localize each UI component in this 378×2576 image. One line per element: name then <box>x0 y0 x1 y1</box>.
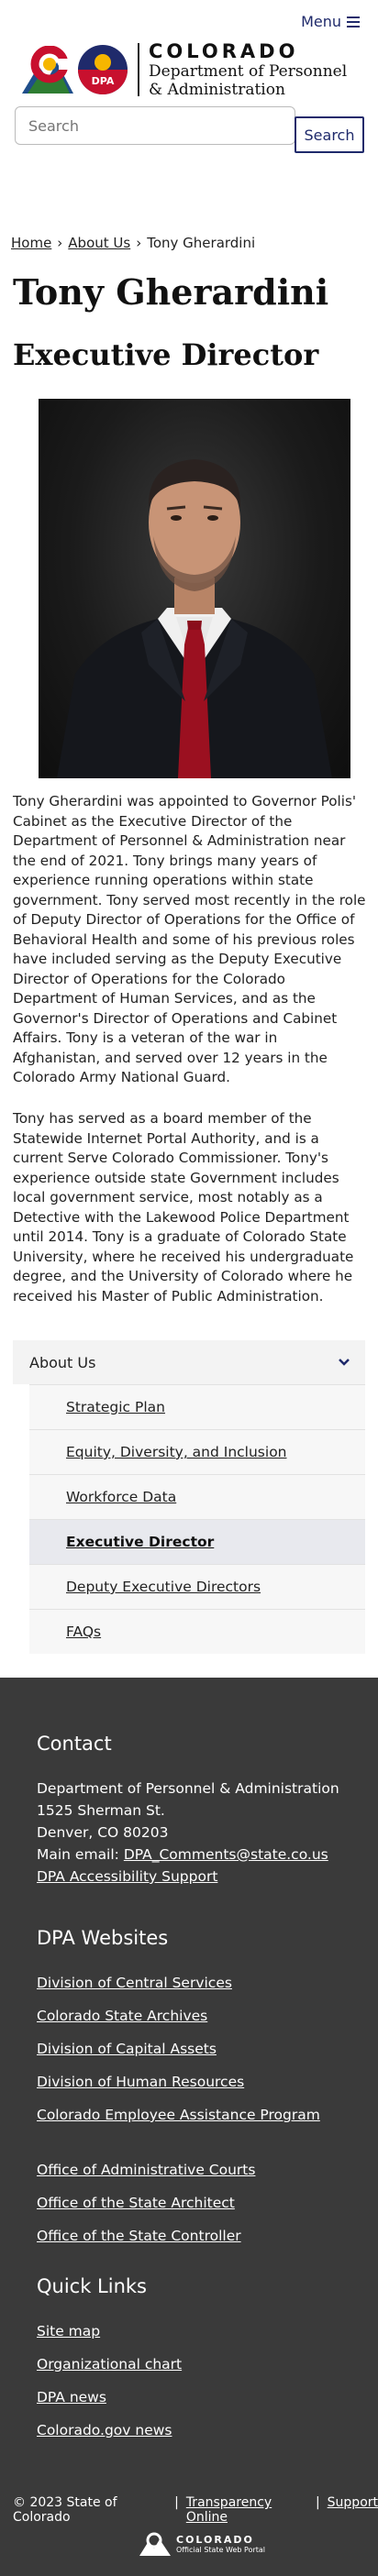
sidenav-item-equity-diversity[interactable]: Equity, Diversity, and Inclusion <box>29 1429 365 1474</box>
portrait-illustration <box>57 459 332 778</box>
footer-address-line: Department of Personnel & Administration <box>37 1780 339 1797</box>
footer-link-employee-assistance[interactable]: Colorado Employee Assistance Program <box>37 2107 320 2123</box>
colorado-portal-logo[interactable]: COLORADO Official State Web Portal <box>139 2532 265 2556</box>
logo-divider <box>138 43 139 96</box>
dpa-badge-text: DPA <box>92 75 115 87</box>
sidenav-heading-label: About Us <box>29 1353 96 1371</box>
sidenav-item-executive-director[interactable]: Executive Director <box>29 1519 365 1564</box>
footer-link-transparency[interactable]: Transparency Online <box>186 2495 308 2525</box>
footer-quick-links-heading: Quick Links <box>37 2275 148 2297</box>
breadcrumb-separator: › <box>57 235 63 251</box>
footer-copyright: © 2023 State of Colorado <box>13 2495 117 2525</box>
footer-legal-bar: © 2023 State of Colorado | Transparency … <box>13 2495 378 2525</box>
site-header: Menu DPA COLORADO Department of Personne… <box>0 0 378 153</box>
footer-legal-separator: | <box>315 2495 320 2510</box>
footer-link-state-controller[interactable]: Office of the State Controller <box>37 2228 241 2244</box>
breadcrumb-current: Tony Gherardini <box>147 235 256 251</box>
sidenav-item-deputy-directors[interactable]: Deputy Executive Directors <box>29 1564 365 1609</box>
site-logo[interactable]: DPA COLORADO Department of Personnel & A… <box>22 40 347 99</box>
footer-legal-separator: | <box>174 2495 179 2510</box>
logo-state-name: COLORADO <box>149 40 299 62</box>
logo-text: COLORADO Department of Personnel & Admin… <box>149 40 347 99</box>
menu-label: Menu <box>301 13 341 30</box>
footer-email-link[interactable]: DPA_Comments@state.co.us <box>124 1846 328 1863</box>
footer-email-prefix: Main email: <box>37 1846 124 1863</box>
menu-icon <box>347 16 360 28</box>
footer-link-capital-assets[interactable]: Division of Capital Assets <box>37 2041 217 2057</box>
logo-dept-line1: Department of Personnel <box>149 62 348 81</box>
bio-paragraph-1: Tony Gherardini was appointed to Governo… <box>13 793 366 1085</box>
footer-websites-heading: DPA Websites <box>37 1927 169 1949</box>
footer-link-colorado-news[interactable]: Colorado.gov news <box>37 2422 172 2438</box>
breadcrumb: Home › About Us › Tony Gherardini <box>11 235 255 251</box>
sidenav-item-strategic-plan[interactable]: Strategic Plan <box>29 1384 365 1429</box>
footer-link-central-services[interactable]: Division of Central Services <box>37 1975 232 1991</box>
breadcrumb-separator: › <box>136 235 142 251</box>
portal-state-name: COLORADO <box>176 2534 254 2546</box>
footer-link-dpa-news[interactable]: DPA news <box>37 2389 106 2405</box>
sidenav-item-workforce-data[interactable]: Workforce Data <box>29 1474 365 1519</box>
sidenav-item-faqs[interactable]: FAQs <box>29 1609 365 1654</box>
footer-link-state-archives[interactable]: Colorado State Archives <box>37 2008 207 2024</box>
bio-paragraph-2: Tony has served as a board member of the… <box>13 1110 354 1305</box>
side-navigation: About Us Strategic Plan Equity, Diversit… <box>13 1340 365 1654</box>
logo-dept-line2: & Administration <box>149 81 285 99</box>
page-subtitle: Executive Director <box>13 337 319 372</box>
search-bar: Search <box>15 106 364 153</box>
colorado-portal-icon <box>139 2532 171 2556</box>
search-button[interactable]: Search <box>295 116 364 153</box>
footer-link-support[interactable]: Support <box>328 2495 378 2525</box>
colorado-logo-icon <box>22 46 73 94</box>
footer-link-org-chart[interactable]: Organizational chart <box>37 2356 182 2372</box>
footer-link-human-resources[interactable]: Division of Human Resources <box>37 2074 244 2090</box>
footer-contact-heading: Contact <box>37 1733 112 1755</box>
page-title: Tony Gherardini <box>13 271 329 313</box>
footer-email-line: Main email: DPA_Comments@state.co.us <box>37 1846 328 1863</box>
menu-button[interactable]: Menu <box>301 13 360 30</box>
footer-link-site-map[interactable]: Site map <box>37 2323 100 2339</box>
portrait-photo <box>39 399 350 778</box>
site-footer: Contact Department of Personnel & Admini… <box>0 1678 378 2576</box>
breadcrumb-home[interactable]: Home <box>11 235 51 251</box>
sidenav-heading[interactable]: About Us <box>13 1340 365 1384</box>
breadcrumb-about[interactable]: About Us <box>68 235 130 251</box>
footer-address-line: Denver, CO 80203 <box>37 1824 169 1841</box>
footer-link-state-architect[interactable]: Office of the State Architect <box>37 2195 235 2211</box>
search-input[interactable] <box>15 106 295 145</box>
footer-address-line: 1525 Sherman St. <box>37 1802 165 1819</box>
footer-link-administrative-courts[interactable]: Office of Administrative Courts <box>37 2162 255 2178</box>
portal-subtitle: Official State Web Portal <box>176 2546 266 2554</box>
dpa-logo-icon: DPA <box>78 45 128 94</box>
chevron-down-icon <box>339 1359 350 1366</box>
footer-accessibility-link[interactable]: DPA Accessibility Support <box>37 1868 217 1885</box>
